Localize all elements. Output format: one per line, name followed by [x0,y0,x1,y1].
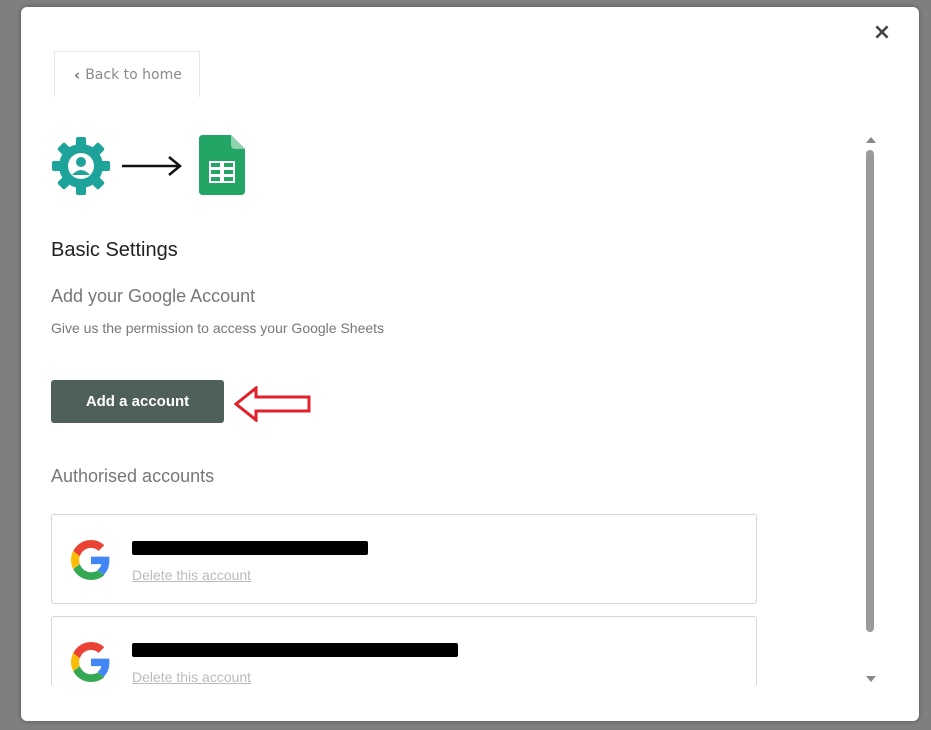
google-g-icon [71,642,110,682]
chevron-left-icon: ‹ [74,65,81,84]
section-description: Give us the permission to access your Go… [51,320,385,336]
integration-icons [51,135,251,197]
settings-modal: × ‹ Back to home Basic Settings Add your… [21,7,919,721]
vertical-scrollbar[interactable] [864,135,880,687]
section-subtitle: Add your Google Account [51,286,256,306]
account-card: redacted-email-address-one Delete this a… [51,514,757,604]
google-g-icon [71,540,110,580]
gear-user-icon [52,137,110,195]
close-button[interactable]: × [872,22,892,44]
delete-account-link[interactable]: Delete this account [132,669,251,685]
page-title: Basic Settings [51,239,178,261]
back-to-home-label: Back to home [85,66,182,83]
back-to-home-button[interactable]: ‹ Back to home [54,51,200,97]
add-account-button[interactable]: Add a account [51,380,224,423]
delete-account-link[interactable]: Delete this account [132,567,251,583]
authorised-accounts-title: Authorised accounts [51,466,215,486]
modal-scroll-content: Basic Settings Add your Google Account G… [21,125,861,685]
scroll-down-icon[interactable] [866,676,876,682]
scroll-up-icon[interactable] [866,137,876,143]
scrollbar-thumb[interactable] [866,150,874,632]
account-email: redacted-email-address-number-two [132,643,458,657]
account-email: redacted-email-address-one [132,541,368,555]
right-arrow-icon [122,156,182,176]
google-sheets-icon [199,135,245,195]
left-arrow-annotation-icon [234,386,311,422]
account-card: redacted-email-address-number-two Delete… [51,616,757,685]
